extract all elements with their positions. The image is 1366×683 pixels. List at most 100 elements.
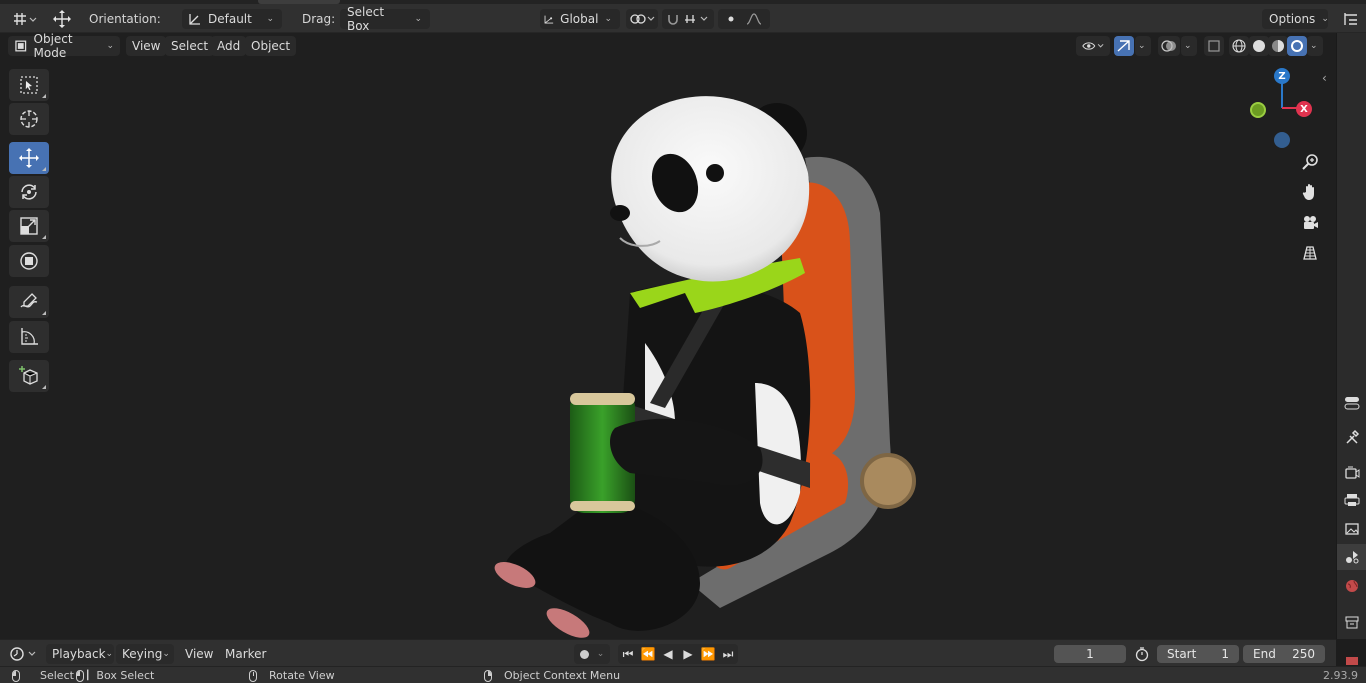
overlays-dropdown[interactable]: ⌄ (1181, 36, 1197, 56)
axis-z-button[interactable]: Z (1274, 68, 1290, 84)
output-tab[interactable] (1337, 487, 1366, 513)
visibility-dropdown[interactable] (1076, 36, 1110, 56)
pivot-point-dropdown[interactable] (626, 9, 658, 29)
material-sphere-icon (1272, 40, 1284, 52)
tool-settings-tab[interactable] (1337, 390, 1366, 416)
texture-icon (1346, 657, 1358, 665)
collection-tab[interactable] (1337, 609, 1366, 635)
timeline-editor-type[interactable] (8, 644, 40, 664)
ortho-grid-icon[interactable] (1297, 240, 1323, 266)
world-tab[interactable] (1337, 573, 1366, 599)
annotate-icon (20, 293, 38, 308)
orientation-dropdown[interactable]: Default ⌄ (182, 9, 282, 29)
orientation-icon (189, 14, 200, 25)
view-layer-tab[interactable] (1337, 516, 1366, 542)
scene-icon (1346, 551, 1359, 564)
end-value: 250 (1292, 647, 1315, 661)
next-keyframe-icon[interactable]: ⏩ (698, 647, 718, 661)
xray-toggle[interactable] (1204, 36, 1224, 56)
shading-solid[interactable] (1249, 36, 1269, 56)
playback-menu[interactable]: Playback ⌄ (46, 644, 114, 664)
playback-label: Playback (52, 647, 106, 661)
status-bar: Select ┃ Box Select Rotate View Object C… (0, 666, 1366, 683)
timeline-view-menu[interactable]: View (183, 644, 215, 664)
sidebar-toggle-icon[interactable]: ‹ (1322, 71, 1327, 85)
shading-wireframe[interactable] (1229, 36, 1249, 56)
move-tool[interactable] (9, 142, 49, 174)
axis-x-button[interactable]: X (1296, 101, 1312, 117)
start-frame-field[interactable]: Start 1 (1157, 645, 1239, 663)
camera-icon[interactable] (1297, 210, 1323, 236)
axis-y-button[interactable] (1250, 102, 1266, 118)
object-mode-label: Object Mode (33, 32, 73, 60)
measure-tool[interactable] (9, 321, 49, 353)
object-mode-icon (15, 40, 27, 52)
stopwatch-icon[interactable] (1134, 644, 1154, 664)
chevron-down-icon: ⌄ (1321, 14, 1329, 24)
rotate-tool[interactable] (9, 176, 49, 208)
prev-keyframe-icon[interactable]: ⏪ (638, 647, 658, 661)
select-box-tool[interactable] (9, 69, 49, 101)
chevron-down-icon: ⌄ (266, 14, 274, 24)
workspace-tab-active[interactable] (258, 0, 340, 4)
end-label: End (1253, 647, 1276, 661)
object-menu[interactable]: Object (245, 36, 297, 56)
overlays-toggle[interactable] (1158, 36, 1180, 56)
shading-dropdown[interactable]: ⌄ (1307, 36, 1323, 56)
add-cube-tool[interactable] (9, 360, 49, 392)
add-menu[interactable]: Add (211, 36, 247, 56)
cursor-tool[interactable] (9, 103, 49, 135)
properties-tab-strip (1336, 33, 1366, 665)
options-dropdown[interactable]: Options ⌄ (1262, 9, 1329, 29)
chevron-down-icon: ⌄ (162, 649, 170, 659)
annotate-tool[interactable] (9, 286, 49, 318)
chevron-down-icon: ⌄ (1138, 41, 1146, 51)
zoom-icon[interactable] (1297, 149, 1323, 175)
axis-neg-z-button[interactable] (1274, 132, 1290, 148)
scale-icon (20, 217, 38, 235)
transform-orientation-dropdown[interactable]: Global ⌄ (540, 9, 620, 29)
play-reverse-icon[interactable]: ◀ (658, 647, 678, 661)
jump-end-icon[interactable]: ⏭ (718, 647, 738, 662)
move-icon (19, 148, 39, 168)
start-label: Start (1167, 647, 1197, 661)
scale-tool[interactable] (9, 210, 49, 242)
proportional-editing-group[interactable] (718, 9, 770, 29)
show-gizmo-toggle[interactable] (1114, 36, 1134, 56)
3d-viewport[interactable]: Object Mode ⌄ View Select Add Object ⌄ ⌄ (0, 32, 1349, 639)
tool-tab[interactable] (1337, 424, 1366, 450)
shading-rendered[interactable] (1287, 36, 1307, 56)
sidebar-outliner-icon[interactable] (1342, 9, 1364, 29)
navigation-gizmo[interactable]: Z X (1246, 66, 1318, 148)
current-frame-field[interactable]: 1 (1054, 645, 1126, 663)
view-menu[interactable]: View (126, 36, 167, 56)
select-menu[interactable]: Select (165, 36, 215, 56)
keying-menu[interactable]: Keying ⌄ (116, 644, 174, 664)
mouse-left-icon (12, 669, 20, 682)
hand-pan-icon[interactable] (1297, 179, 1323, 205)
editor-type-button[interactable] (8, 9, 40, 29)
play-icon[interactable]: ▶ (678, 647, 698, 661)
scene-tab[interactable] (1337, 544, 1366, 570)
mouse-drag-icon: ┃ (76, 669, 90, 682)
marker-menu[interactable]: Marker (223, 644, 268, 664)
rendered-sphere-icon (1291, 40, 1303, 52)
render-tab[interactable] (1337, 459, 1366, 485)
seat-dial (860, 453, 916, 509)
transform-tool[interactable] (9, 245, 49, 277)
move-gizmo-icon[interactable] (48, 9, 76, 29)
chevron-down-icon: ⌄ (604, 14, 612, 24)
chevron-down-icon: ⌄ (106, 41, 114, 51)
object-mode-dropdown[interactable]: Object Mode ⌄ (8, 32, 120, 60)
version-label: 2.93.9 (1323, 669, 1358, 682)
jump-start-icon[interactable]: ⏮ (618, 647, 638, 662)
workspace-tabs-strip (0, 0, 1366, 4)
drag-dropdown[interactable]: Select Box ⌄ (340, 5, 430, 33)
gizmo-dropdown[interactable]: ⌄ (1135, 36, 1151, 56)
record-dot-icon (579, 649, 589, 659)
snapping-group[interactable] (662, 9, 714, 29)
texture-tab[interactable] (1337, 653, 1366, 667)
auto-keying-toggle[interactable]: ⌄ (574, 644, 610, 664)
shading-material[interactable] (1268, 36, 1288, 56)
end-frame-field[interactable]: End 250 (1243, 645, 1325, 663)
